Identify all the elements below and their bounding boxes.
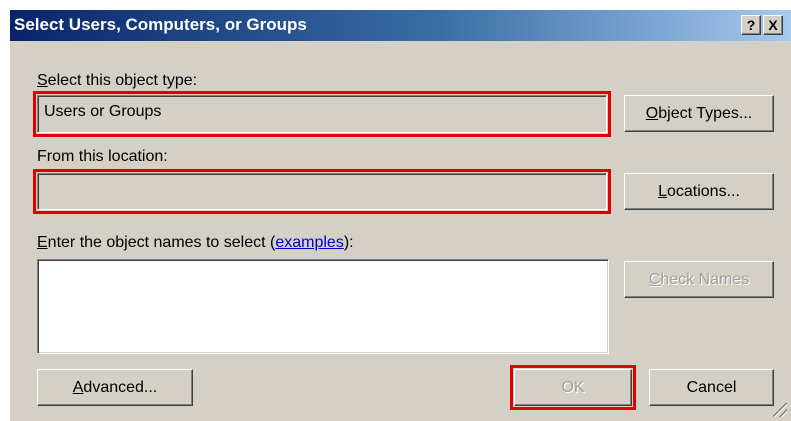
select-users-dialog: Select Users, Computers, or Groups ? X S… [9, 9, 791, 421]
advanced-button[interactable]: Advanced... [37, 369, 193, 406]
close-icon[interactable]: X [763, 15, 783, 35]
resize-grip-icon[interactable] [773, 403, 787, 417]
title-bar[interactable]: Select Users, Computers, or Groups ? X [10, 10, 791, 41]
cancel-button[interactable]: Cancel [649, 369, 774, 406]
object-type-label: Select this object type: [37, 72, 198, 89]
locations-button[interactable]: Locations... [624, 173, 774, 210]
location-highlight [33, 169, 611, 214]
ok-highlight [510, 365, 636, 410]
check-names-button[interactable]: Check Names [624, 261, 774, 298]
object-names-input[interactable] [37, 259, 609, 354]
object-types-button[interactable]: Object Types... [624, 95, 774, 132]
location-label: From this location: [37, 148, 168, 165]
examples-link[interactable]: examples [275, 234, 343, 251]
help-icon[interactable]: ? [741, 15, 761, 35]
object-type-highlight [33, 91, 611, 137]
names-label: Enter the object names to select (exampl… [37, 234, 354, 251]
window-title: Select Users, Computers, or Groups [14, 15, 307, 34]
